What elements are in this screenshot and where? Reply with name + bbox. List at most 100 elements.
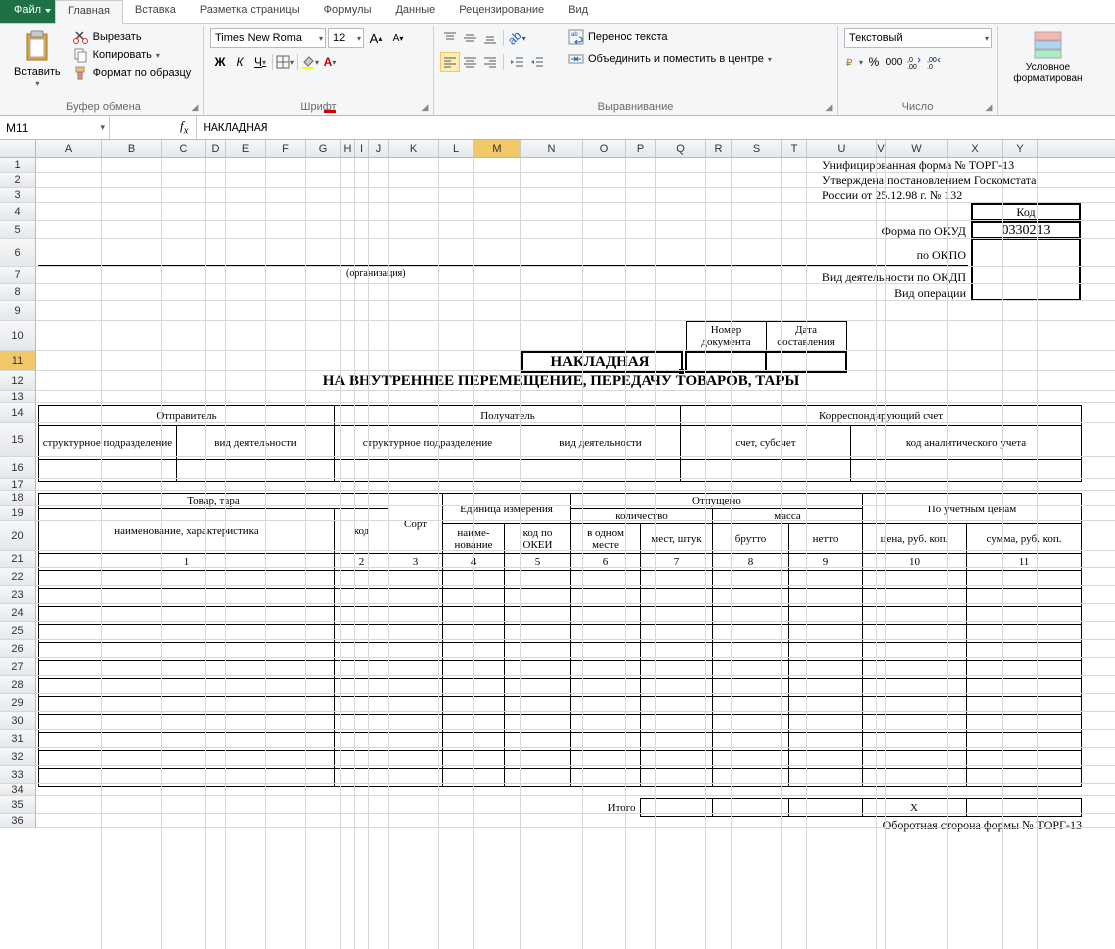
merge-center-button[interactable]: Объединить и поместить в центре▾ <box>566 50 774 68</box>
row-header-33[interactable]: 33 <box>0 766 36 784</box>
row-header-19[interactable]: 19 <box>0 506 36 521</box>
copy-button[interactable]: Копировать▾ <box>71 46 194 64</box>
dec-decimal-button[interactable]: ,00,0 <box>924 52 944 72</box>
tab-data[interactable]: Данные <box>383 0 447 23</box>
col-header-K[interactable]: K <box>389 140 439 157</box>
col-header-R[interactable]: R <box>706 140 732 157</box>
col-header-Q[interactable]: Q <box>656 140 706 157</box>
name-box[interactable]: M11 <box>0 116 110 139</box>
col-header-M[interactable]: M <box>474 140 521 157</box>
comma-button[interactable]: 000 <box>884 52 904 72</box>
col-header-J[interactable]: J <box>369 140 389 157</box>
tab-layout[interactable]: Разметка страницы <box>188 0 312 23</box>
font-size-combo[interactable]: 12 <box>328 28 364 48</box>
indent-increase-button[interactable] <box>527 52 547 72</box>
inc-decimal-button[interactable]: ,0,00 <box>904 52 924 72</box>
borders-button[interactable]: ▾ <box>275 52 295 72</box>
tab-formulas[interactable]: Формулы <box>312 0 384 23</box>
number-launcher[interactable]: ◢ <box>983 101 995 113</box>
row-header-35[interactable]: 35 <box>0 796 36 814</box>
formula-input[interactable]: НАКЛАДНАЯ <box>197 121 1115 135</box>
col-header-T[interactable]: T <box>782 140 807 157</box>
col-header-C[interactable]: C <box>162 140 206 157</box>
cells-canvas[interactable]: Унифицированная форма № ТОРГ-13 Утвержде… <box>36 158 1115 949</box>
row-header-27[interactable]: 27 <box>0 658 36 676</box>
row-header-21[interactable]: 21 <box>0 551 36 568</box>
font-launcher[interactable]: ◢ <box>419 101 431 113</box>
conditional-formatting-button[interactable]: Условное форматирован <box>1004 28 1092 86</box>
row-header-10[interactable]: 10 <box>0 321 36 351</box>
paste-button[interactable]: Вставить ▾ <box>10 28 65 91</box>
select-all-corner[interactable] <box>0 140 36 157</box>
align-middle-button[interactable] <box>460 28 480 48</box>
col-header-H[interactable]: H <box>341 140 355 157</box>
row-header-6[interactable]: 6 <box>0 239 36 267</box>
row-header-3[interactable]: 3 <box>0 188 36 203</box>
row-header-13[interactable]: 13 <box>0 391 36 403</box>
italic-button[interactable]: К <box>230 52 250 72</box>
row-header-14[interactable]: 14 <box>0 403 36 423</box>
sheet-area[interactable]: 1234567891011121314151617181920212223242… <box>0 158 1115 949</box>
row-header-15[interactable]: 15 <box>0 423 36 457</box>
align-left-button[interactable] <box>440 52 460 72</box>
col-header-E[interactable]: E <box>226 140 266 157</box>
align-center-button[interactable] <box>460 52 480 72</box>
row-header-29[interactable]: 29 <box>0 694 36 712</box>
underline-button[interactable]: Ч▾ <box>250 52 270 72</box>
row-header-9[interactable]: 9 <box>0 301 36 321</box>
row-header-23[interactable]: 23 <box>0 586 36 604</box>
row-header-22[interactable]: 22 <box>0 568 36 586</box>
row-header-20[interactable]: 20 <box>0 521 36 551</box>
clipboard-launcher[interactable]: ◢ <box>189 101 201 113</box>
percent-button[interactable]: % <box>864 52 884 72</box>
row-header-34[interactable]: 34 <box>0 784 36 796</box>
row-header-1[interactable]: 1 <box>0 158 36 173</box>
fill-color-button[interactable]: ▾ <box>300 52 320 72</box>
col-header-A[interactable]: A <box>36 140 102 157</box>
tab-review[interactable]: Рецензирование <box>447 0 556 23</box>
tab-view[interactable]: Вид <box>556 0 600 23</box>
col-header-N[interactable]: N <box>521 140 583 157</box>
shrink-font-button[interactable]: A▾ <box>388 28 408 48</box>
col-header-I[interactable]: I <box>355 140 369 157</box>
row-header-31[interactable]: 31 <box>0 730 36 748</box>
file-tab[interactable]: Файл <box>0 0 55 23</box>
col-header-L[interactable]: L <box>439 140 474 157</box>
col-header-F[interactable]: F <box>266 140 306 157</box>
tab-home[interactable]: Главная <box>55 0 123 24</box>
col-header-W[interactable]: W <box>886 140 948 157</box>
font-family-combo[interactable]: Times New Roma <box>210 28 326 48</box>
align-right-button[interactable] <box>480 52 500 72</box>
currency-button[interactable]: ₽▾ <box>844 52 864 72</box>
row-header-25[interactable]: 25 <box>0 622 36 640</box>
row-header-7[interactable]: 7 <box>0 267 36 284</box>
col-header-B[interactable]: B <box>102 140 162 157</box>
tab-insert[interactable]: Вставка <box>123 0 188 23</box>
row-header-18[interactable]: 18 <box>0 491 36 506</box>
cut-button[interactable]: Вырезать <box>71 28 194 46</box>
col-header-G[interactable]: G <box>306 140 341 157</box>
wrap-text-button[interactable]: ab Перенос текста <box>566 28 774 46</box>
col-header-Y[interactable]: Y <box>1003 140 1038 157</box>
align-top-button[interactable] <box>440 28 460 48</box>
col-header-O[interactable]: O <box>583 140 626 157</box>
row-header-12[interactable]: 12 <box>0 371 36 391</box>
indent-decrease-button[interactable] <box>507 52 527 72</box>
grow-font-button[interactable]: A▴ <box>366 28 386 48</box>
font-color-button[interactable]: A▾ <box>320 52 340 72</box>
format-painter-button[interactable]: Формат по образцу <box>71 64 194 82</box>
row-header-4[interactable]: 4 <box>0 203 36 221</box>
row-header-24[interactable]: 24 <box>0 604 36 622</box>
row-header-8[interactable]: 8 <box>0 284 36 301</box>
col-header-P[interactable]: P <box>626 140 656 157</box>
fx-icon[interactable]: fx <box>176 118 192 137</box>
row-header-32[interactable]: 32 <box>0 748 36 766</box>
orientation-button[interactable]: ab▾ <box>507 28 527 48</box>
row-header-30[interactable]: 30 <box>0 712 36 730</box>
row-header-36[interactable]: 36 <box>0 814 36 828</box>
row-header-17[interactable]: 17 <box>0 479 36 491</box>
col-header-V[interactable]: V <box>877 140 886 157</box>
row-header-28[interactable]: 28 <box>0 676 36 694</box>
col-header-U[interactable]: U <box>807 140 877 157</box>
align-bottom-button[interactable] <box>480 28 500 48</box>
